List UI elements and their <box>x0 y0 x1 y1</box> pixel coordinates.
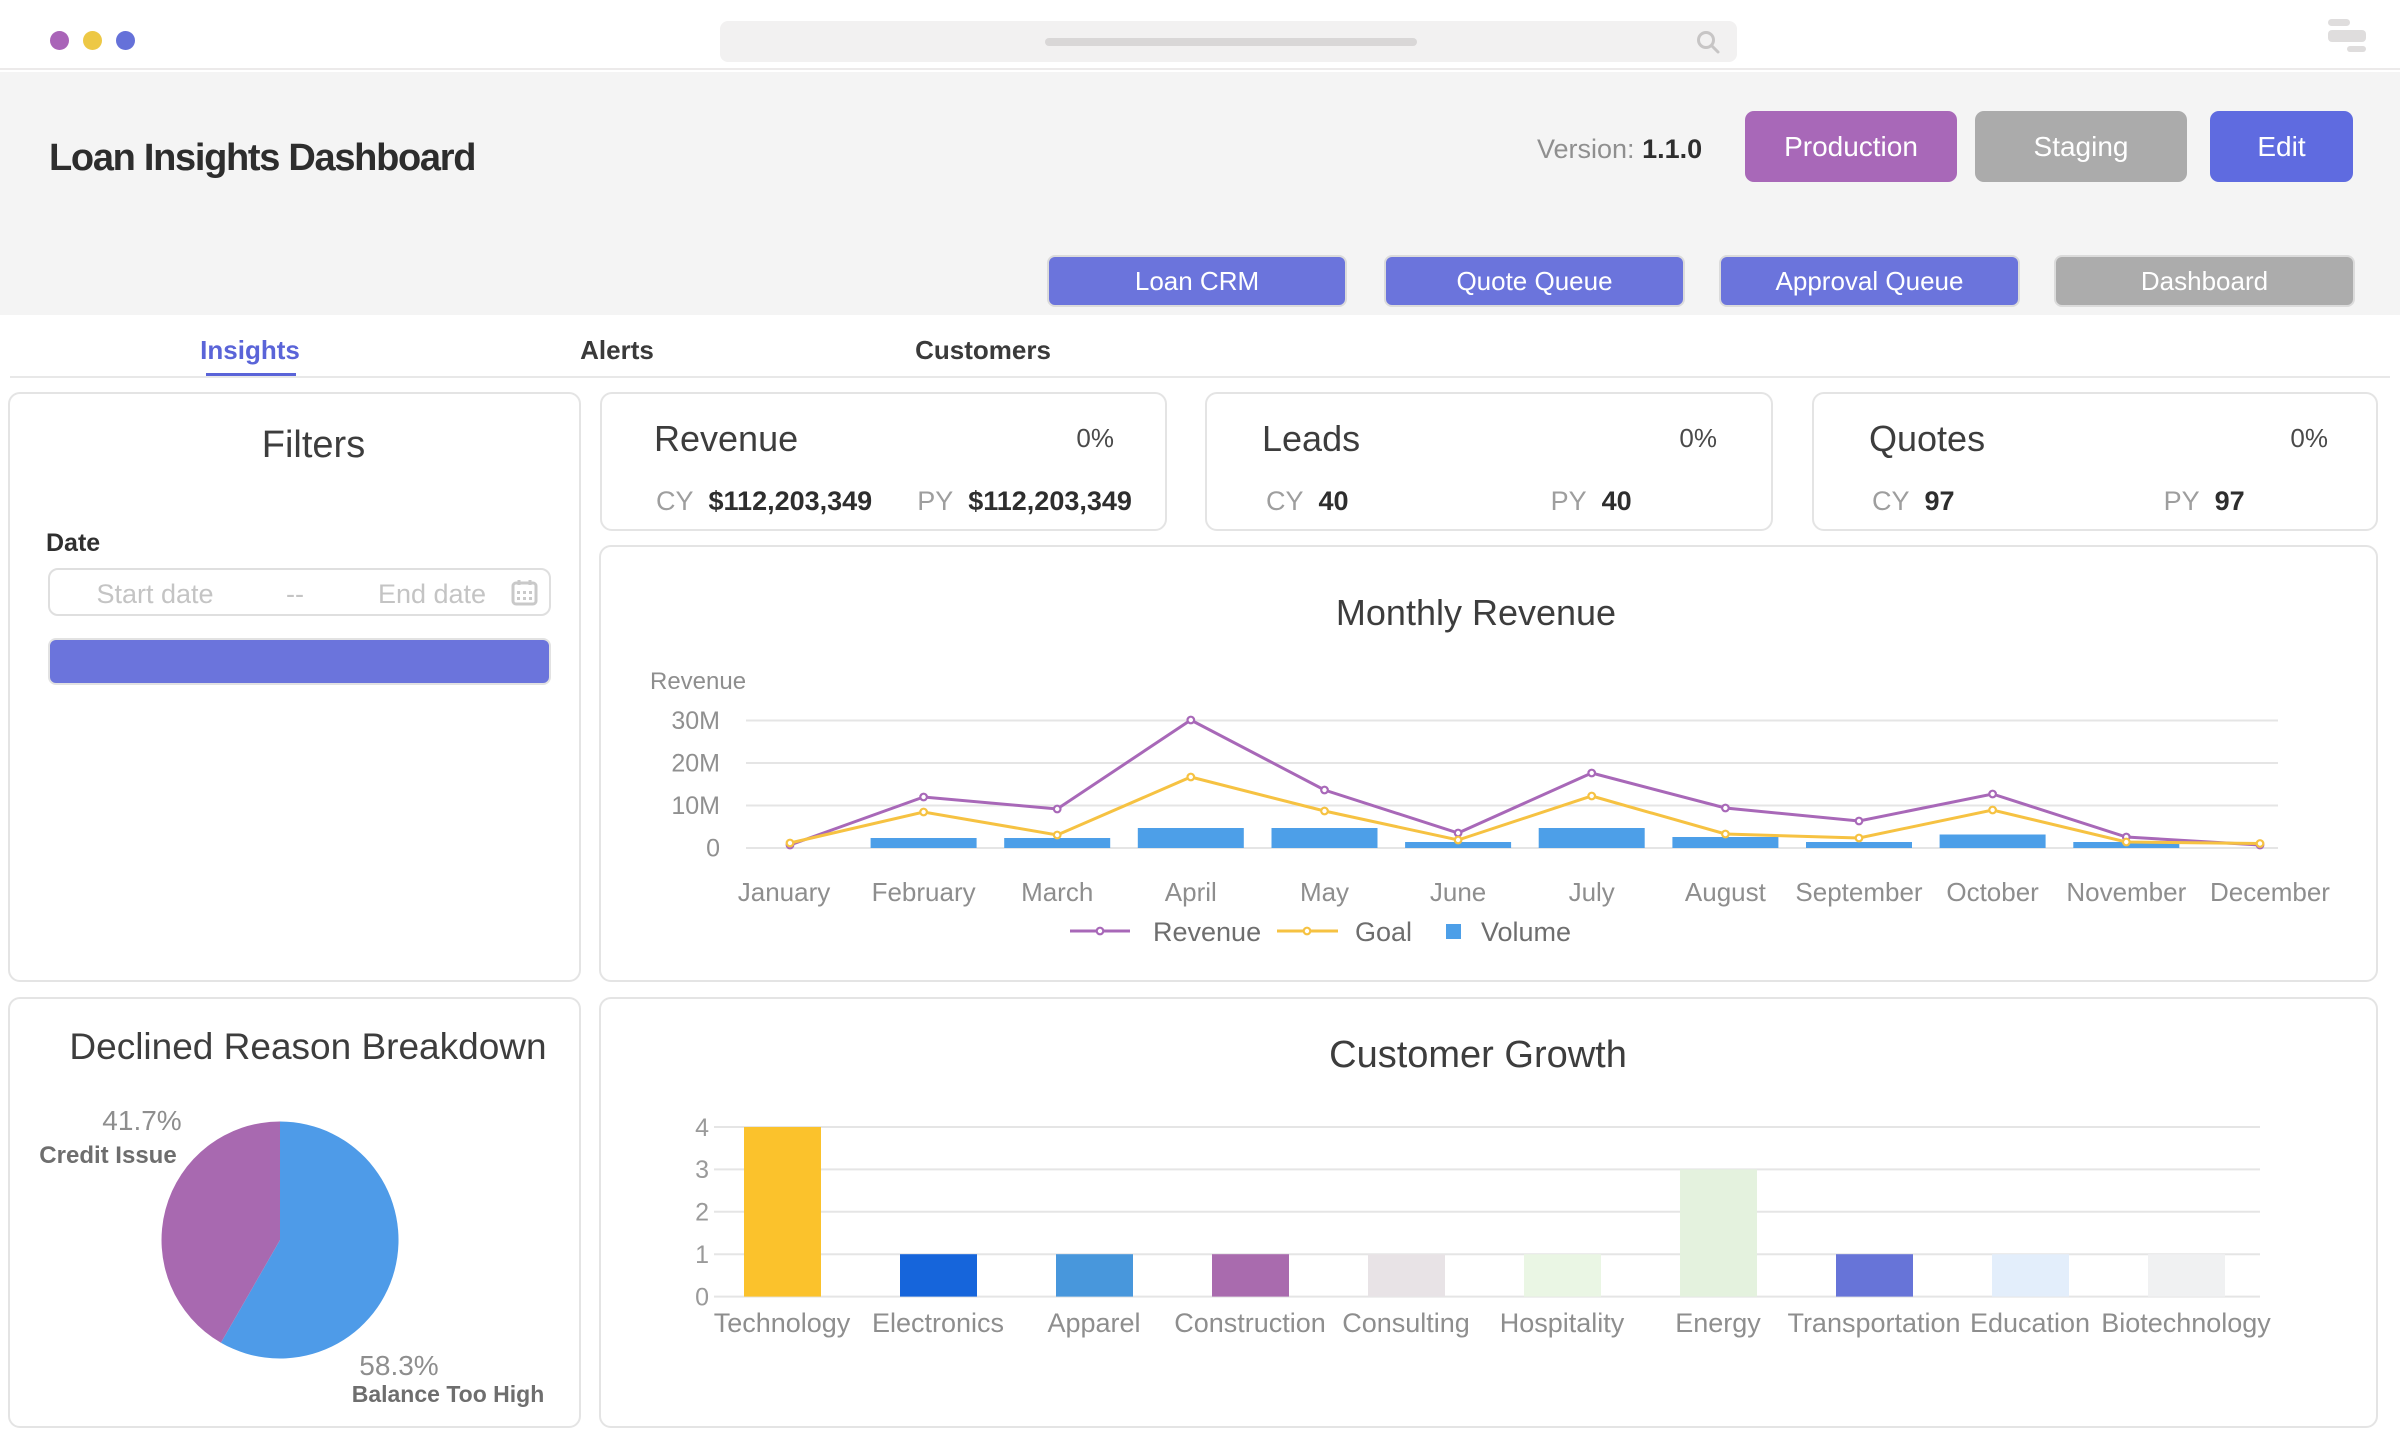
svg-text:Revenue: Revenue <box>650 668 746 695</box>
svg-text:Apparel: Apparel <box>1047 1308 1140 1338</box>
svg-text:10M: 10M <box>671 792 720 820</box>
svg-text:Credit Issue: Credit Issue <box>39 1142 176 1169</box>
svg-text:20M: 20M <box>671 750 720 778</box>
svg-text:Hospitality: Hospitality <box>1500 1308 1625 1338</box>
svg-text:April: April <box>1165 877 1217 907</box>
svg-text:58.3%: 58.3% <box>359 1350 438 1381</box>
svg-text:Construction: Construction <box>1174 1308 1326 1338</box>
svg-text:Goal: Goal <box>1355 917 1412 947</box>
svg-text:Transportation: Transportation <box>1787 1308 1960 1338</box>
svg-text:Education: Education <box>1970 1308 2090 1338</box>
svg-text:Technology: Technology <box>714 1308 851 1338</box>
svg-text:1: 1 <box>695 1241 709 1269</box>
svg-text:4: 4 <box>695 1114 709 1142</box>
svg-text:June: June <box>1430 877 1486 907</box>
svg-text:30M: 30M <box>671 707 720 735</box>
svg-text:Electronics: Electronics <box>872 1308 1004 1338</box>
svg-text:Volume: Volume <box>1481 917 1571 947</box>
svg-text:Declined Reason Breakdown: Declined Reason Breakdown <box>69 1026 546 1067</box>
svg-text:October: October <box>1946 877 2039 907</box>
svg-text:March: March <box>1021 877 1093 907</box>
svg-text:November: November <box>2066 877 2186 907</box>
svg-text:July: July <box>1569 877 1615 907</box>
svg-text:Energy: Energy <box>1675 1308 1761 1338</box>
svg-text:Balance Too High: Balance Too High <box>352 1381 545 1407</box>
svg-text:January: January <box>738 877 831 907</box>
svg-text:August: August <box>1685 877 1767 907</box>
svg-text:3: 3 <box>695 1156 709 1184</box>
svg-text:2: 2 <box>695 1199 709 1227</box>
svg-text:February: February <box>872 877 976 907</box>
svg-text:41.7%: 41.7% <box>102 1105 181 1136</box>
svg-text:0: 0 <box>706 835 720 863</box>
svg-text:Monthly Revenue: Monthly Revenue <box>1336 592 1616 633</box>
svg-text:Consulting: Consulting <box>1342 1308 1470 1338</box>
svg-text:Biotechnology: Biotechnology <box>2101 1308 2271 1338</box>
svg-text:0: 0 <box>695 1284 709 1312</box>
svg-text:May: May <box>1300 877 1349 907</box>
svg-text:September: September <box>1795 877 1923 907</box>
svg-text:December: December <box>2210 877 2330 907</box>
svg-text:Revenue: Revenue <box>1153 917 1261 947</box>
svg-text:Customer Growth: Customer Growth <box>1329 1034 1627 1076</box>
